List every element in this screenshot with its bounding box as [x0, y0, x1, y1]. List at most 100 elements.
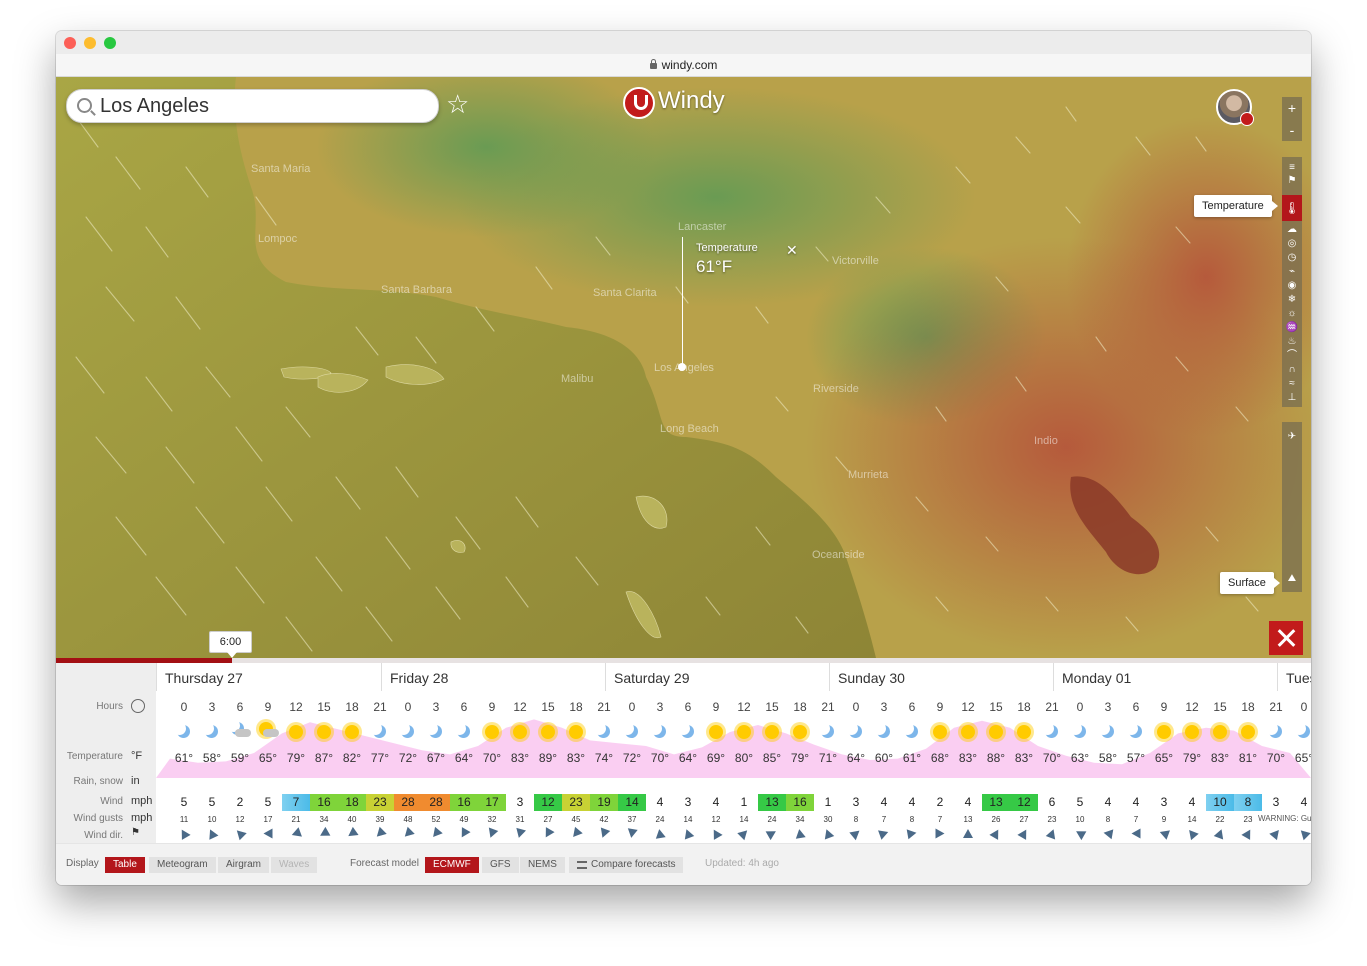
clock-icon [131, 699, 145, 713]
wind-layer-icon[interactable]: ≡ [1284, 161, 1300, 174]
address-bar[interactable]: windy.com [56, 54, 1311, 77]
wind-cell: 3 [1160, 795, 1168, 809]
moon-icon [1269, 725, 1282, 738]
currents-layer-icon[interactable]: ≈ [1284, 377, 1300, 390]
wind-cell: 16 [450, 794, 478, 811]
place-label: Riverside [813, 383, 859, 395]
visibility-layer-icon[interactable]: ◉ [1284, 279, 1300, 292]
gust-cell: 21 [291, 815, 301, 824]
sun-icon [709, 725, 723, 739]
gust-cell: 52 [431, 815, 441, 824]
zoom-out-button[interactable]: - [1282, 119, 1302, 141]
day-header[interactable]: Monday 01 [1053, 663, 1277, 691]
display-meteogram-button[interactable]: Meteogram [149, 857, 216, 873]
picker-close-icon[interactable]: ✕ [786, 242, 798, 259]
temperature-cell: 83° [1210, 751, 1230, 765]
hour-cell: 18 [1241, 700, 1255, 714]
hour-cell: 0 [628, 700, 636, 714]
gust-cell: 10 [207, 815, 217, 824]
dew-point-layer-icon[interactable]: ☼ [1284, 307, 1300, 320]
compare-icon [577, 861, 587, 869]
hour-cell: 21 [597, 700, 611, 714]
wind-unit[interactable]: mph [131, 795, 152, 807]
favorite-star-icon[interactable]: ☆ [446, 91, 469, 117]
day-header[interactable]: Sunday 30 [829, 663, 1053, 691]
compare-forecasts-button[interactable]: Compare forecasts [569, 857, 684, 873]
pressure-layer-icon[interactable]: ◷ [1284, 251, 1300, 264]
gust-layer-icon[interactable]: ⚑ [1284, 174, 1300, 187]
moon-icon [457, 725, 470, 738]
day-header[interactable]: Friday 28 [381, 663, 605, 691]
snow-layer-icon[interactable]: ❄ [1284, 293, 1300, 306]
search-input[interactable] [98, 94, 422, 118]
minimize-window-button[interactable] [84, 37, 96, 49]
wind-cell: 7 [282, 794, 310, 811]
airplane-icon[interactable]: ✈ [1284, 430, 1300, 443]
temperature-cell: 70° [482, 751, 502, 765]
hour-cell: 21 [373, 700, 387, 714]
altitude-bar[interactable]: ✈ ⛰ [1282, 422, 1302, 592]
gust-cell: 27 [543, 815, 553, 824]
sun-icon [737, 725, 751, 739]
model-ecmwf-button[interactable]: ECMWF [425, 857, 479, 873]
picker-value: 61°F [696, 257, 733, 276]
user-avatar[interactable] [1216, 89, 1254, 126]
temperature-cell: 72° [398, 751, 418, 765]
wind-direction-arrow [317, 826, 331, 841]
clouds-layer-icon[interactable]: ☁ [1284, 223, 1300, 236]
day-header[interactable]: Thursday 27 [156, 663, 381, 691]
wind-cell: 4 [1188, 795, 1196, 809]
temperature-label: Temperature [66, 751, 123, 762]
display-table-button[interactable]: Table [105, 857, 145, 873]
rain-layer-icon[interactable]: ◎ [1284, 237, 1300, 250]
day-header[interactable]: Saturday 29 [605, 663, 829, 691]
time-bubble[interactable]: 6:00 [209, 631, 252, 658]
gust-cell: 30 [823, 815, 833, 824]
swell-layer-icon[interactable]: ∩ [1284, 363, 1300, 376]
sun-icon [1213, 725, 1227, 739]
gusts-unit[interactable]: mph [131, 812, 152, 824]
hour-cell: 9 [488, 700, 496, 714]
wind-dir-flag-icon: ⚑ [131, 827, 140, 838]
hour-cell: 15 [989, 700, 1003, 714]
wind-dir-label: Wind dir. [84, 830, 123, 841]
wind-direction-arrow [1269, 826, 1283, 841]
wave-layer-icon[interactable]: ♒ [1284, 321, 1300, 334]
fire-layer-icon[interactable]: ♨ [1284, 335, 1300, 348]
model-nems-button[interactable]: NEMS [520, 857, 565, 873]
day-header[interactable]: Tues [1277, 663, 1311, 691]
zoom-controls: + - [1282, 97, 1302, 141]
temperature-tooltip: Temperature [1194, 195, 1278, 217]
temperature-cell: 61° [174, 751, 194, 765]
weather-map[interactable]: Santa Maria Lompoc Santa Barbara Lancast… [56, 77, 1311, 658]
close-window-button[interactable] [64, 37, 76, 49]
close-forecast-button[interactable] [1269, 621, 1303, 655]
wind-cell: 8 [1234, 794, 1262, 811]
tide-layer-icon[interactable]: ⊥ [1284, 391, 1300, 404]
cap-layer-icon[interactable]: ⌒ [1284, 349, 1300, 362]
temperature-cell: 89° [538, 751, 558, 765]
hour-cell: 21 [821, 700, 835, 714]
lock-icon [649, 59, 657, 69]
mountain-icon[interactable]: ⛰ [1284, 572, 1300, 585]
forecast-table: Hours Temperature °F Rain, snow in Wind … [56, 663, 1311, 843]
storm-layer-icon[interactable]: ⌁ [1284, 265, 1300, 278]
temperature-layer-icon[interactable]: 🌡 [1282, 195, 1302, 221]
model-gfs-button[interactable]: GFS [482, 857, 519, 873]
display-label: Display [66, 858, 99, 869]
display-airgram-button[interactable]: Airgram [218, 857, 270, 873]
maximize-window-button[interactable] [104, 37, 116, 49]
wind-direction-arrow [1102, 827, 1114, 840]
wind-direction-arrow [765, 826, 779, 841]
display-waves-button[interactable]: Waves [271, 857, 318, 873]
wind-direction-arrow [626, 828, 638, 839]
hour-cell: 9 [264, 700, 272, 714]
rain-unit[interactable]: in [131, 775, 140, 787]
moon-icon [373, 725, 386, 738]
forecast-model-label: Forecast model [350, 858, 419, 869]
wind-cell: 6 [1048, 795, 1056, 809]
zoom-in-button[interactable]: + [1282, 97, 1302, 119]
picker-dot[interactable] [678, 363, 686, 371]
temperature-unit[interactable]: °F [131, 750, 142, 762]
search-box[interactable] [66, 89, 439, 123]
